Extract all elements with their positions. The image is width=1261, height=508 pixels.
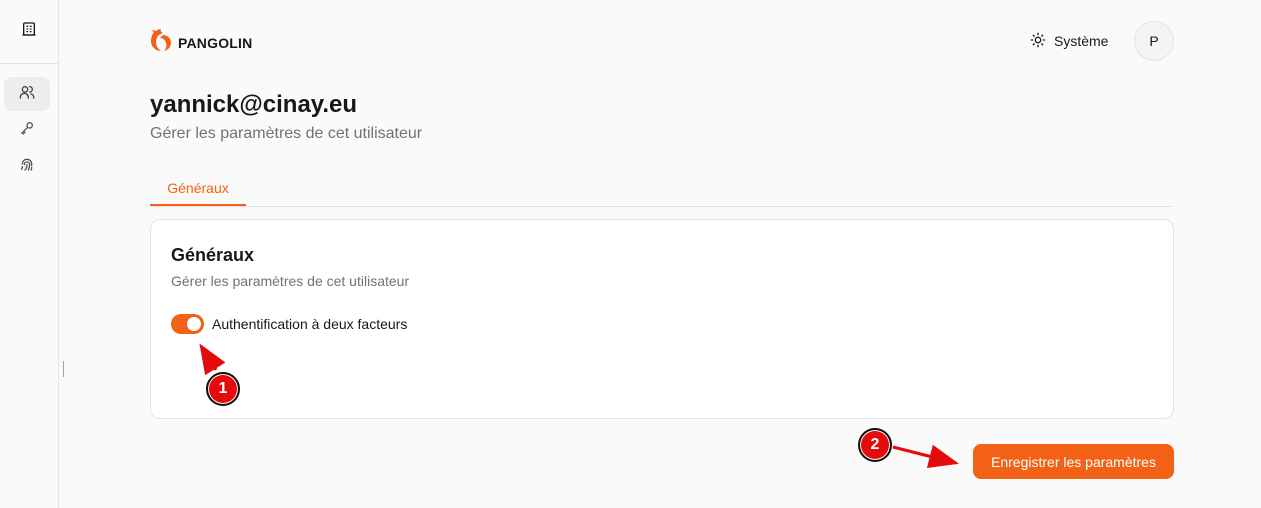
theme-toggle-button[interactable]: Système xyxy=(1030,29,1108,53)
sidebar xyxy=(0,0,59,508)
two-factor-label[interactable]: Authentification à deux facteurs xyxy=(212,316,407,332)
page-subtitle: Gérer les paramètres de cet utilisateur xyxy=(150,125,423,142)
page-title: yannick@cinay.eu xyxy=(150,91,358,118)
key-icon xyxy=(19,120,35,141)
app-name: PANGOLIN xyxy=(178,34,253,51)
fingerprint-icon xyxy=(19,156,35,177)
annotation-marker-2: 2 xyxy=(858,428,892,462)
users-icon xyxy=(19,84,35,105)
sidebar-item-users[interactable] xyxy=(4,77,50,111)
pangolin-logo-icon xyxy=(150,28,172,57)
save-settings-button[interactable]: Enregistrer les paramètres xyxy=(973,444,1174,479)
general-settings-card: Généraux Gérer les paramètres de cet uti… xyxy=(150,219,1174,419)
annotation-marker-1: 1 xyxy=(206,372,240,406)
sidebar-org-switcher[interactable] xyxy=(0,0,58,64)
tab-bar: Généraux xyxy=(150,172,1173,207)
toggle-knob xyxy=(187,317,201,331)
theme-label: Système xyxy=(1054,33,1109,49)
annotation-arrow-2 xyxy=(892,444,959,468)
tab-general[interactable]: Généraux xyxy=(150,172,246,206)
card-title: Généraux xyxy=(171,245,255,265)
app-logo[interactable]: PANGOLIN xyxy=(150,28,252,57)
card-subtitle: Gérer les paramètres de cet utilisateur xyxy=(171,273,410,289)
sun-icon xyxy=(1030,32,1046,51)
sidebar-resize-handle[interactable] xyxy=(63,361,64,377)
user-avatar-button[interactable]: P xyxy=(1134,21,1174,61)
sidebar-item-keys[interactable] xyxy=(4,113,50,147)
building-icon xyxy=(21,21,37,42)
two-factor-toggle[interactable] xyxy=(171,314,204,334)
two-factor-row: Authentification à deux facteurs xyxy=(171,314,407,334)
sidebar-item-identity[interactable] xyxy=(4,149,50,183)
